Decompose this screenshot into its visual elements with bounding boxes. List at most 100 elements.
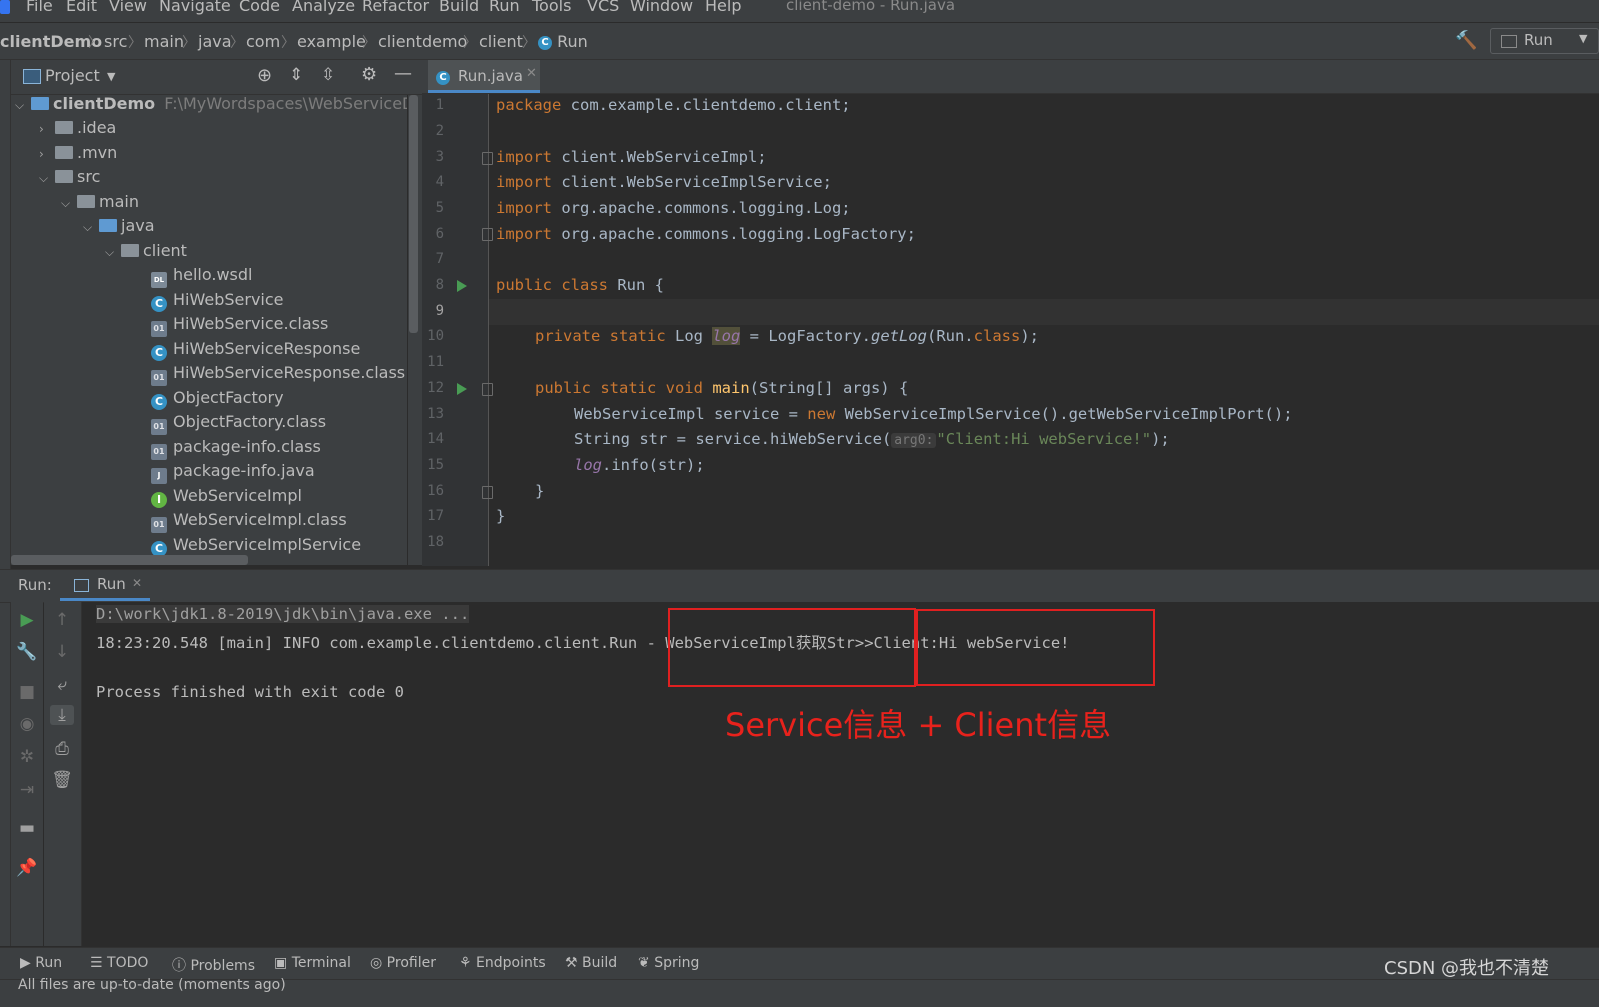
breadcrumb-item-current[interactable]: C Run xyxy=(538,32,588,51)
tree-item[interactable]: ⌵ main xyxy=(61,192,139,216)
code-line: WebServiceImpl service = new WebServiceI… xyxy=(574,405,1293,423)
breadcrumb-item[interactable]: example xyxy=(297,32,366,51)
project-tree: ⌵clientDemo F:\MyWordspaces\WebServiceDe… xyxy=(11,95,407,565)
tree-item[interactable]: ⌵ client xyxy=(105,241,187,265)
run-gutter-icon[interactable] xyxy=(457,383,467,395)
menu-help[interactable]: Help xyxy=(705,0,741,15)
app-icon xyxy=(0,0,10,14)
menu-view[interactable]: View xyxy=(109,0,147,15)
wrench-icon[interactable]: 🔧 xyxy=(15,642,39,662)
breadcrumb-item[interactable]: clientDemo xyxy=(0,32,102,51)
stop-icon[interactable]: ■ xyxy=(15,682,39,702)
breadcrumb-separator: 〉 xyxy=(522,35,536,51)
tool-tab-terminal[interactable]: ▣ Terminal xyxy=(274,955,351,971)
tree-item[interactable]: ⌵ src xyxy=(39,167,100,191)
menu-vcs[interactable]: VCS xyxy=(587,0,619,15)
menu-run[interactable]: Run xyxy=(489,0,520,15)
settings-icon[interactable]: ✲ xyxy=(15,747,39,767)
tree-item[interactable]: C ObjectFactory xyxy=(151,388,284,412)
project-panel-title[interactable]: Project xyxy=(45,66,100,85)
breadcrumb-item[interactable]: java xyxy=(198,32,232,51)
breadcrumb-item[interactable]: com xyxy=(246,32,280,51)
arrow-up-icon[interactable]: ↑ xyxy=(50,610,74,630)
tool-tab-run[interactable]: ▶ Run xyxy=(20,955,62,971)
close-icon[interactable]: ✕ xyxy=(526,66,537,81)
tool-tab-build[interactable]: ⚒ Build xyxy=(565,955,617,971)
locate-icon[interactable]: ⊕ xyxy=(257,65,272,86)
tab-run-java[interactable]: C Run.java ✕ xyxy=(428,60,540,93)
layout-icon[interactable]: ▬ xyxy=(15,818,39,838)
breadcrumb-item[interactable]: client xyxy=(479,32,523,51)
menu-refactor[interactable]: Refactor xyxy=(362,0,429,15)
line-number: 4 xyxy=(435,174,444,190)
code-line: private static Log log = LogFactory.getL… xyxy=(535,327,1039,345)
breadcrumb-item[interactable]: clientdemo xyxy=(378,32,467,51)
menu-build[interactable]: Build xyxy=(439,0,479,15)
gear-icon[interactable]: ⚙ xyxy=(361,64,377,85)
soft-wrap-icon[interactable]: ⤶ xyxy=(50,675,74,695)
tree-item[interactable]: 01 HiWebServiceResponse.class xyxy=(151,363,405,387)
menu-tools[interactable]: Tools xyxy=(532,0,571,15)
tree-item[interactable]: 01 HiWebService.class xyxy=(151,314,328,338)
breadcrumb-separator: 〉 xyxy=(182,35,196,51)
tree-item[interactable]: 01 ObjectFactory.class xyxy=(151,412,326,436)
breadcrumb-item[interactable]: src xyxy=(104,32,127,51)
interface-icon: I xyxy=(151,492,167,508)
menu-navigate[interactable]: Navigate xyxy=(159,0,231,15)
tree-item[interactable]: I WebServiceImpl xyxy=(151,486,302,510)
tree-vertical-scrollbar[interactable] xyxy=(408,95,422,565)
fold-icon[interactable] xyxy=(482,383,493,396)
fold-icon[interactable] xyxy=(482,152,493,165)
fold-icon[interactable] xyxy=(482,228,493,241)
menu-window[interactable]: Window xyxy=(630,0,693,15)
rerun-icon[interactable]: ▶ xyxy=(15,610,39,630)
chevron-down-icon[interactable]: ▼ xyxy=(107,70,115,83)
tree-item[interactable]: ⌵ java xyxy=(83,216,155,240)
tool-tab-problems[interactable]: ⓘ Problems xyxy=(172,955,255,975)
wsdl-file-icon: DL xyxy=(151,272,167,288)
menu-code[interactable]: Code xyxy=(239,0,280,15)
line-number: 13 xyxy=(427,406,444,422)
chevron-down-icon: ▼ xyxy=(1579,32,1588,45)
menu-file[interactable]: File xyxy=(26,0,53,15)
minimize-icon[interactable]: — xyxy=(394,63,412,84)
arrow-down-icon[interactable]: ↓ xyxy=(50,642,74,662)
tree-item[interactable]: 01 WebServiceImpl.class xyxy=(151,510,347,534)
tree-item[interactable]: Jpackage-info.java xyxy=(151,461,315,485)
collapse-all-icon[interactable]: ⇳ xyxy=(321,65,335,85)
tree-root[interactable]: ⌵clientDemo F:\MyWordspaces\WebServiceDe… xyxy=(15,95,407,118)
tree-item[interactable]: DL hello.wsdl xyxy=(151,265,253,289)
camera-icon[interactable]: ◉ xyxy=(15,714,39,734)
run-tab[interactable]: Run ✕ xyxy=(60,570,150,601)
folder-icon xyxy=(55,146,73,159)
run-config-selector[interactable]: Run ▼ xyxy=(1490,28,1599,54)
exit-icon[interactable]: ⇥ xyxy=(15,780,39,800)
line-number: 2 xyxy=(435,123,444,139)
fold-icon[interactable] xyxy=(482,486,493,499)
editor-tab-bar: C Run.java ✕ xyxy=(422,60,1599,94)
tree-item[interactable]: C HiWebService xyxy=(151,290,284,314)
run-gutter-icon[interactable] xyxy=(457,280,467,292)
breadcrumb-item[interactable]: main xyxy=(144,32,184,51)
menu-edit[interactable]: Edit xyxy=(66,0,97,15)
tool-tab-endpoints[interactable]: ⚘ Endpoints xyxy=(459,955,546,971)
breadcrumb-separator: 〉 xyxy=(88,35,102,51)
tree-item[interactable]: › .mvn xyxy=(39,143,117,167)
tool-tab-profiler[interactable]: ◎ Profiler xyxy=(370,955,436,971)
tree-item[interactable]: › .idea xyxy=(39,118,116,142)
tool-tab-todo[interactable]: ☰ TODO xyxy=(90,955,148,971)
hammer-build-icon[interactable]: 🔨 xyxy=(1455,30,1477,51)
menu-analyze[interactable]: Analyze xyxy=(292,0,355,15)
tree-item[interactable]: 01 package-info.class xyxy=(151,437,321,461)
tree-item[interactable]: C HiWebServiceResponse xyxy=(151,339,360,363)
scroll-to-end-icon[interactable]: ⤓ xyxy=(50,705,74,725)
expand-all-icon[interactable]: ⇕ xyxy=(289,65,303,85)
tool-tab-spring[interactable]: ❦ Spring xyxy=(638,955,699,971)
pin-icon[interactable]: 📌 xyxy=(15,858,39,878)
scrollbar-thumb[interactable] xyxy=(409,95,418,333)
close-icon[interactable]: ✕ xyxy=(132,576,142,590)
profiler-icon: ◎ xyxy=(370,955,383,971)
trash-icon[interactable]: 🗑 xyxy=(50,770,74,790)
tree-horizontal-scrollbar[interactable] xyxy=(11,555,248,565)
print-icon[interactable]: ⎙ xyxy=(50,739,74,759)
